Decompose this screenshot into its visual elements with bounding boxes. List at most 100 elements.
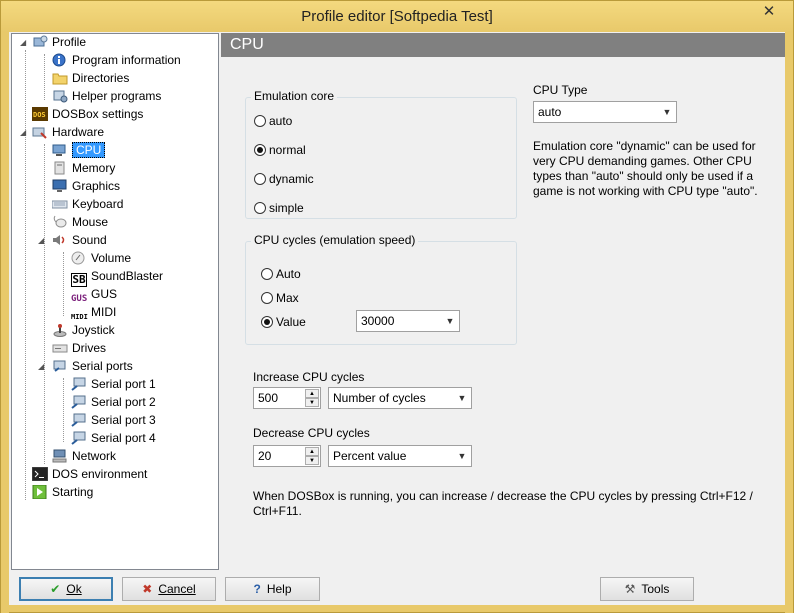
tree-item-network[interactable]: Network xyxy=(52,448,116,465)
tree-item-gus[interactable]: GUS GUS xyxy=(71,286,117,304)
tree-line xyxy=(44,54,45,100)
tree-item-helper-programs[interactable]: Helper programs xyxy=(52,88,161,105)
tree-item-program-information[interactable]: Program information xyxy=(52,52,181,69)
cancel-x-icon: ✖ xyxy=(142,582,153,596)
radio-cycles-auto[interactable]: Auto xyxy=(261,266,301,282)
cpu-type-select[interactable]: auto ▼ xyxy=(533,101,677,123)
chevron-down-icon: ▼ xyxy=(457,393,467,403)
decrease-cycles-spinner[interactable]: 20 ▲ ▼ xyxy=(253,445,321,467)
tree-item-label: Joystick xyxy=(72,323,115,337)
spin-down-icon[interactable]: ▼ xyxy=(305,456,319,465)
spin-up-icon[interactable]: ▲ xyxy=(305,389,319,398)
chevron-down-icon: ▼ xyxy=(445,316,455,326)
emulation-core-description: Emulation core "dynamic" can be used for… xyxy=(533,139,758,198)
folder-icon xyxy=(52,73,68,85)
radio-cycles-max[interactable]: Max xyxy=(261,290,299,306)
tree-item-label: Serial port 2 xyxy=(91,395,156,409)
close-icon: ✕ xyxy=(762,3,776,20)
joystick-icon xyxy=(53,324,67,337)
cpu-type-value: auto xyxy=(538,105,562,119)
help-button[interactable]: ? Help xyxy=(225,577,320,601)
serial-port-icon xyxy=(71,377,86,391)
spin-up-icon[interactable]: ▲ xyxy=(305,447,319,456)
tree-item-label: Memory xyxy=(72,161,116,175)
button-label: Tools xyxy=(641,582,670,596)
radio-circle xyxy=(254,115,266,127)
tree-item-directories[interactable]: Directories xyxy=(52,70,129,87)
helper-icon xyxy=(53,90,68,103)
tree-item-serial-port-1[interactable]: Serial port 1 xyxy=(71,376,156,393)
tree-item-label: Drives xyxy=(72,341,107,355)
tree-item-label: SoundBlaster xyxy=(91,269,164,283)
tree-item-label: Network xyxy=(72,449,117,463)
tree-item-midi[interactable]: MIDI MIDI xyxy=(71,304,116,321)
collapse-arrow-icon[interactable]: ◢ xyxy=(38,232,44,249)
tree-item-mouse[interactable]: Mouse xyxy=(52,214,108,231)
tree-item-cpu[interactable]: CPU xyxy=(52,142,106,159)
tree-line xyxy=(44,144,45,464)
spinner-buttons[interactable]: ▲ ▼ xyxy=(305,447,319,465)
title-bar[interactable]: Profile editor [Softpedia Test] ✕ xyxy=(1,1,793,32)
dosbox-icon: DOS xyxy=(32,107,48,121)
tree-item-label: Keyboard xyxy=(72,197,124,211)
increase-mode-select[interactable]: Number of cycles ▼ xyxy=(328,387,472,409)
radio-core-dynamic[interactable]: dynamic xyxy=(254,171,314,187)
tree-item-dosbox-settings[interactable]: DOS DOSBox settings xyxy=(32,106,143,123)
memory-icon xyxy=(54,161,65,175)
cycles-hotkey-note: When DOSBox is running, you can increase… xyxy=(253,489,753,518)
radio-core-simple[interactable]: simple xyxy=(254,200,304,216)
cpu-icon xyxy=(52,144,66,156)
radio-core-auto[interactable]: auto xyxy=(254,113,292,129)
cpu-cycles-value-select[interactable]: 30000 ▼ xyxy=(356,310,460,332)
window-title: Profile editor [Softpedia Test] xyxy=(301,8,493,25)
tree-item-starting[interactable]: Starting xyxy=(32,484,93,501)
button-label: Cancel xyxy=(158,582,196,596)
tree-item-volume[interactable]: Volume xyxy=(71,250,131,267)
settings-tree[interactable]: ◢ Profile Program information Directorie… xyxy=(11,33,219,570)
cpu-type-label: CPU Type xyxy=(533,83,588,97)
cancel-button[interactable]: ✖ Cancel xyxy=(122,577,216,601)
tree-item-serial-port-3[interactable]: Serial port 3 xyxy=(71,412,156,429)
tree-item-dos-environment[interactable]: DOS environment xyxy=(32,466,147,483)
tree-item-label: Serial ports xyxy=(72,359,133,373)
emulation-core-group: Emulation core auto normal dynamic simpl… xyxy=(245,89,517,219)
decrease-cycles-value: 20 xyxy=(258,449,272,463)
tree-item-label: Starting xyxy=(52,485,94,499)
tree-item-label: CPU xyxy=(72,142,106,158)
radio-circle xyxy=(261,292,273,304)
tree-item-serial-port-4[interactable]: Serial port 4 xyxy=(71,430,156,447)
chevron-down-icon: ▼ xyxy=(662,107,672,117)
monitor-icon xyxy=(52,179,67,192)
serial-port-icon xyxy=(71,413,86,427)
cpu-cycles-title: CPU cycles (emulation speed) xyxy=(251,233,419,247)
panel-header: CPU xyxy=(221,33,785,57)
profile-editor-window: Profile editor [Softpedia Test] ✕ ◢ Prof… xyxy=(0,0,794,613)
tree-item-drives[interactable]: Drives xyxy=(52,340,106,357)
tree-item-memory[interactable]: Memory xyxy=(52,160,115,177)
svg-text:DOS: DOS xyxy=(33,111,46,119)
tools-button[interactable]: ⚒ Tools xyxy=(600,577,694,601)
radio-cycles-value[interactable]: Value xyxy=(261,314,306,330)
decrease-mode-select[interactable]: Percent value ▼ xyxy=(328,445,472,467)
spin-down-icon[interactable]: ▼ xyxy=(305,398,319,407)
tree-item-soundblaster[interactable]: SB SoundBlaster xyxy=(71,268,164,287)
collapse-arrow-icon[interactable]: ◢ xyxy=(20,34,26,51)
tree-item-serial-port-2[interactable]: Serial port 2 xyxy=(71,394,156,411)
tree-item-label: Directories xyxy=(72,71,130,85)
collapse-arrow-icon[interactable]: ◢ xyxy=(20,124,26,141)
collapse-arrow-icon[interactable]: ◢ xyxy=(38,358,44,375)
tree-item-keyboard[interactable]: Keyboard xyxy=(52,196,123,213)
increase-cycles-spinner[interactable]: 500 ▲ ▼ xyxy=(253,387,321,409)
tree-item-graphics[interactable]: Graphics xyxy=(52,178,120,195)
ok-button[interactable]: ✔ Ok xyxy=(19,577,113,601)
client-area: ◢ Profile Program information Directorie… xyxy=(9,32,785,605)
close-button[interactable]: ✕ xyxy=(751,3,787,23)
radio-circle xyxy=(254,202,266,214)
tree-item-label: DOS environment xyxy=(52,467,148,481)
radio-label: simple xyxy=(269,201,304,215)
tree-item-joystick[interactable]: Joystick xyxy=(52,322,115,339)
radio-label: auto xyxy=(269,114,293,128)
radio-label: Auto xyxy=(276,267,301,281)
radio-core-normal[interactable]: normal xyxy=(254,142,306,158)
spinner-buttons[interactable]: ▲ ▼ xyxy=(305,389,319,407)
